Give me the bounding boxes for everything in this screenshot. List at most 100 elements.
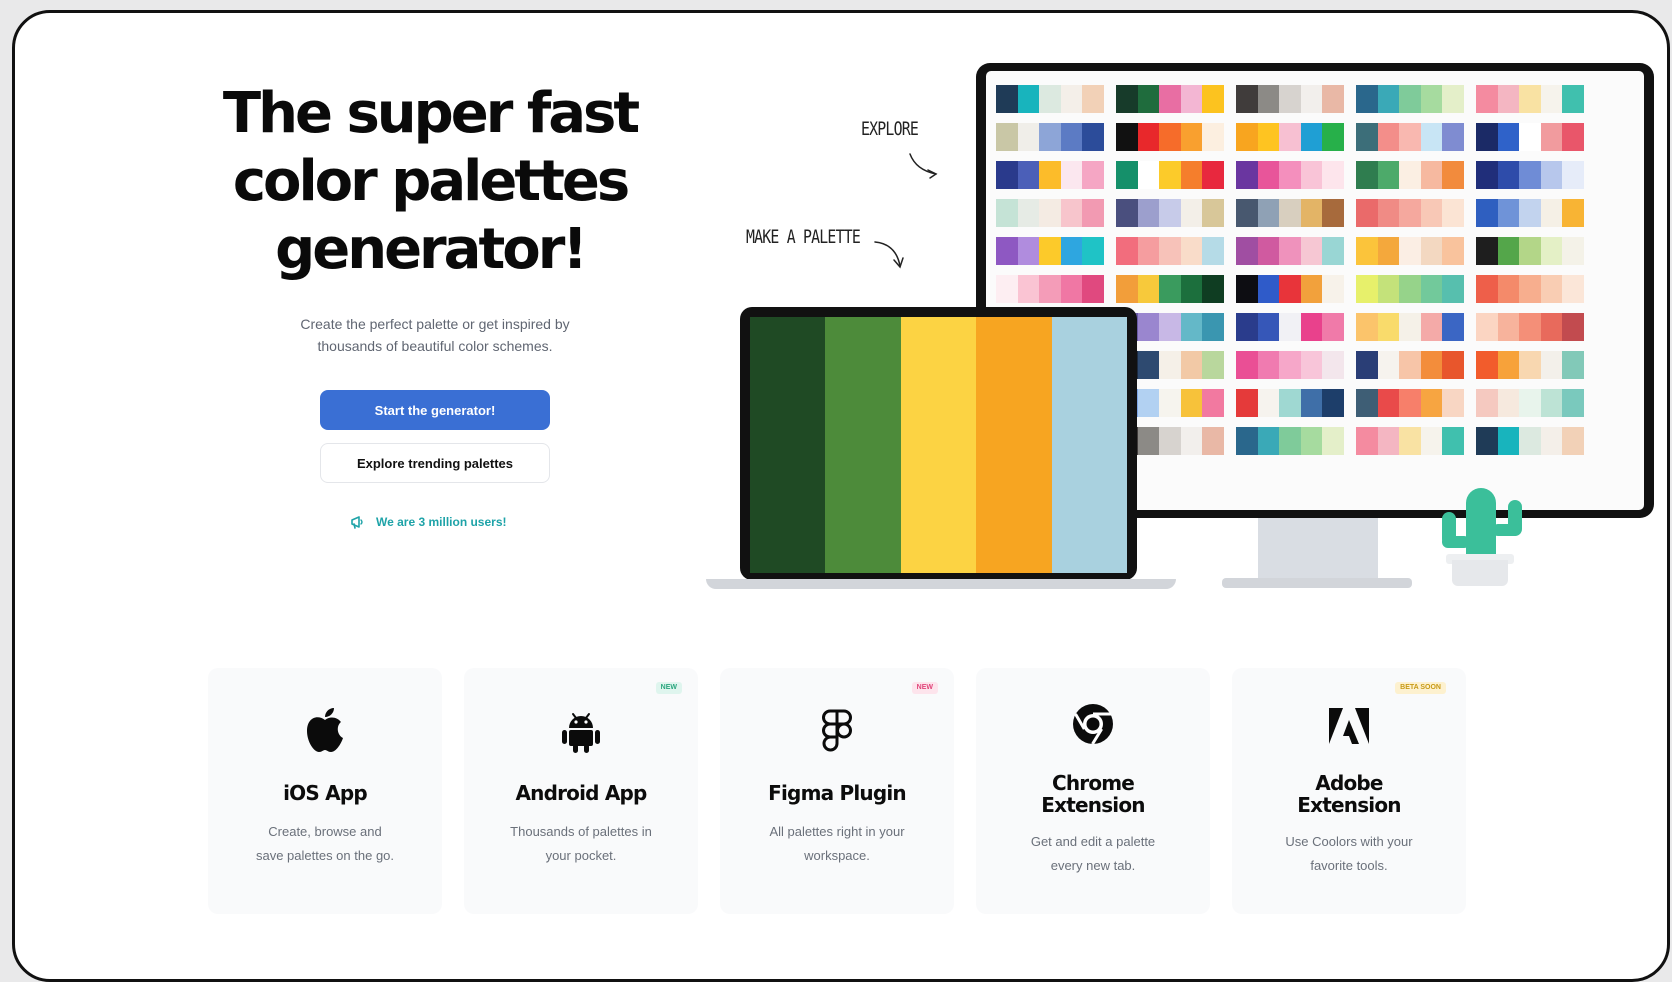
- palette-swatch: [1540, 237, 1563, 265]
- hero-title: The super fast color palettes generator!: [180, 80, 680, 284]
- palette-swatch: [1356, 123, 1378, 151]
- palette-swatch: [1279, 237, 1301, 265]
- palette-swatch: [1159, 313, 1181, 341]
- users-note: We are 3 million users!: [350, 512, 507, 532]
- monitor-palette: [1476, 123, 1584, 151]
- monitor-palette: [1116, 199, 1224, 227]
- palette-swatch: [1279, 351, 1301, 379]
- palette-swatch: [1279, 123, 1301, 151]
- palette-swatch: [1377, 351, 1400, 379]
- monitor-palette: [1116, 123, 1224, 151]
- palette-swatch: [1279, 313, 1301, 341]
- palette-swatch: [1322, 313, 1344, 341]
- palette-swatch: [1236, 313, 1258, 341]
- palette-swatch: [1137, 237, 1160, 265]
- palette-swatch: [1236, 237, 1258, 265]
- palette-swatch: [1116, 199, 1138, 227]
- figma-icon: [720, 706, 954, 758]
- palette-swatch: [1159, 161, 1181, 189]
- palette-swatch: [1399, 199, 1421, 227]
- palette-swatch: [1497, 237, 1520, 265]
- palette-swatch: [1519, 123, 1541, 151]
- palette-swatch: [1540, 313, 1563, 341]
- adobe-extension-card[interactable]: BETA SOON Adobe Extension Use Coolors wi…: [1232, 668, 1466, 914]
- palette-swatch: [1356, 351, 1378, 379]
- monitor-palette: [1236, 237, 1344, 265]
- palette-swatch: [1519, 199, 1541, 227]
- card-desc-line: favorite tools.: [1310, 858, 1388, 873]
- card-description: All palettes right in your workspace.: [748, 820, 926, 868]
- palette-swatch: [1202, 237, 1224, 265]
- palette-swatch: [1159, 199, 1181, 227]
- monitor-palette: [1356, 199, 1464, 227]
- palette-swatch: [1300, 123, 1323, 151]
- palette-swatch: [1322, 85, 1344, 113]
- palette-swatch: [1202, 199, 1224, 227]
- card-desc-line: Get and edit a palette: [1030, 834, 1156, 849]
- palette-swatch: [1300, 313, 1323, 341]
- palette-swatch: [1060, 199, 1083, 227]
- hero-subtitle: Create the perfect palette or get inspir…: [240, 313, 630, 357]
- monitor-palette: [1476, 275, 1584, 303]
- monitor-palette: [1356, 313, 1464, 341]
- palette-swatch: [1399, 85, 1421, 113]
- palette-swatch: [1082, 237, 1104, 265]
- palette-swatch: [1420, 351, 1443, 379]
- palette-swatch: [1159, 85, 1181, 113]
- palette-swatch: [1442, 199, 1464, 227]
- explore-trending-button[interactable]: Explore trending palettes: [320, 443, 550, 483]
- palette-swatch: [1562, 313, 1584, 341]
- palette-swatch: [1377, 427, 1400, 455]
- palette-swatch: [1377, 123, 1400, 151]
- chrome-icon: [976, 698, 1210, 750]
- palette-swatch: [1442, 389, 1464, 417]
- palette-swatch: [1476, 123, 1498, 151]
- palette-swatch: [996, 275, 1018, 303]
- palette-swatch: [1420, 275, 1443, 303]
- palette-swatch: [1442, 85, 1464, 113]
- chrome-extension-card[interactable]: Chrome Extension Get and edit a palette …: [976, 668, 1210, 914]
- card-desc-line: Use Coolors with your: [1285, 834, 1413, 849]
- palette-swatch: [1377, 85, 1400, 113]
- card-title-line: Figma Plugin: [768, 781, 907, 805]
- card-desc-line: Create, browse and: [268, 824, 382, 839]
- palette-swatch: [1279, 275, 1301, 303]
- palette-swatch: [1442, 161, 1464, 189]
- palette-swatch: [1519, 85, 1541, 113]
- palette-swatch: [996, 123, 1018, 151]
- beta-soon-badge: BETA SOON: [1395, 682, 1446, 694]
- cactus-illustration: [1466, 488, 1496, 558]
- palette-swatch: [1356, 85, 1378, 113]
- card-title-line: Extension: [1297, 793, 1401, 817]
- palette-swatch: [1180, 237, 1203, 265]
- monitor-palette: [1356, 389, 1464, 417]
- palette-swatch: [1476, 85, 1498, 113]
- palette-swatch: [1322, 199, 1344, 227]
- palette-swatch: [1180, 199, 1203, 227]
- palette-swatch: [1180, 313, 1203, 341]
- palette-swatch: [1420, 389, 1443, 417]
- palette-swatch: [1540, 389, 1563, 417]
- palette-swatch: [1497, 351, 1520, 379]
- palette-swatch: [1060, 85, 1083, 113]
- figma-plugin-card[interactable]: NEW Figma Plugin All palettes right in y…: [720, 668, 954, 914]
- palette-swatch: [1420, 427, 1443, 455]
- monitor-palette: [1236, 389, 1344, 417]
- android-app-card[interactable]: NEW Android App Thousands of palettes in…: [464, 668, 698, 914]
- monitor-palette: [1476, 389, 1584, 417]
- monitor-palette: [1236, 427, 1344, 455]
- palette-swatch: [1322, 123, 1344, 151]
- ios-app-card[interactable]: iOS App Create, browse and save palettes…: [208, 668, 442, 914]
- palette-swatch: [1137, 161, 1160, 189]
- palette-swatch: [1519, 389, 1541, 417]
- palette-swatch: [1497, 389, 1520, 417]
- start-generator-button[interactable]: Start the generator!: [320, 390, 550, 430]
- palette-swatch: [1356, 313, 1378, 341]
- monitor-palette: [1356, 427, 1464, 455]
- card-desc-line: All palettes right in your: [769, 824, 905, 839]
- explore-arrow-icon: [909, 153, 938, 179]
- laptop-palette: [750, 317, 1127, 573]
- palette-swatch: [1116, 237, 1138, 265]
- palette-swatch: [1356, 199, 1378, 227]
- palette-swatch: [1202, 161, 1224, 189]
